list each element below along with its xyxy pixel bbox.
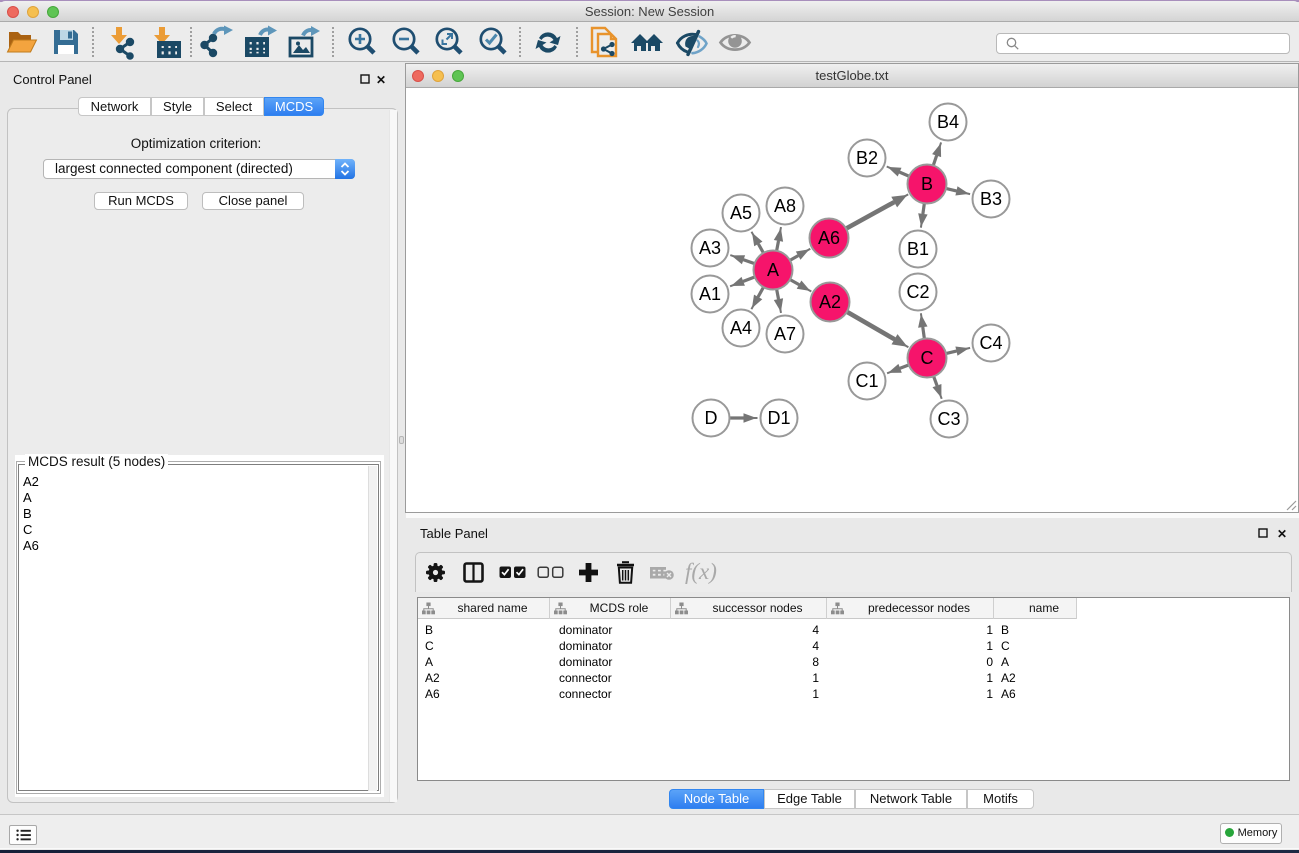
- svg-text:C2: C2: [906, 282, 929, 302]
- svg-text:A2: A2: [819, 292, 841, 312]
- svg-text:A4: A4: [730, 318, 752, 338]
- svg-text:A3: A3: [699, 238, 721, 258]
- svg-text:A5: A5: [730, 203, 752, 223]
- svg-text:A7: A7: [774, 324, 796, 344]
- svg-text:B3: B3: [980, 189, 1002, 209]
- svg-text:B4: B4: [937, 112, 959, 132]
- svg-text:C1: C1: [855, 371, 878, 391]
- svg-text:B: B: [921, 174, 933, 194]
- svg-text:B2: B2: [856, 148, 878, 168]
- svg-text:A6: A6: [818, 228, 840, 248]
- svg-text:D: D: [705, 408, 718, 428]
- svg-text:B1: B1: [907, 239, 929, 259]
- svg-text:A8: A8: [774, 196, 796, 216]
- svg-text:C: C: [921, 348, 934, 368]
- svg-text:C4: C4: [979, 333, 1002, 353]
- svg-text:D1: D1: [767, 408, 790, 428]
- svg-text:A: A: [767, 260, 779, 280]
- svg-text:C3: C3: [937, 409, 960, 429]
- svg-text:A1: A1: [699, 284, 721, 304]
